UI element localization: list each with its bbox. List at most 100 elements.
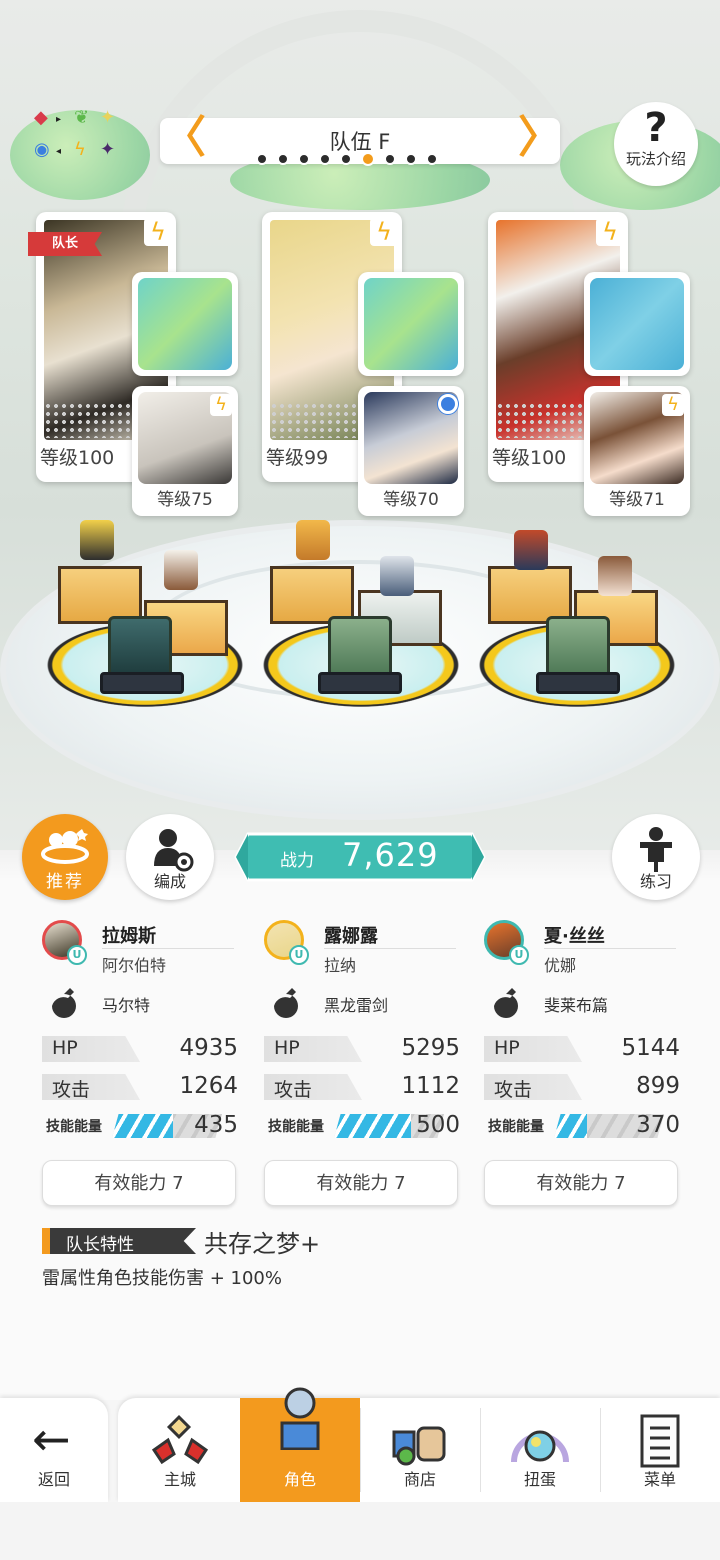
attack-value: 899	[636, 1073, 680, 1099]
recommend-icon	[41, 829, 89, 864]
gacha-icon	[511, 1430, 569, 1463]
character-sprite	[164, 550, 198, 590]
character-card-3[interactable]: ϟ 等级100 ϟ 等级71	[488, 212, 690, 516]
pedestal-2	[256, 520, 466, 710]
tab-label: 角色	[283, 1470, 316, 1489]
character-card-1[interactable]: ϟ 等级100 队长 ϟ 等级75	[28, 212, 238, 516]
blue-element-icon: ◉	[34, 139, 50, 160]
tab-label: 扭蛋	[523, 1470, 556, 1489]
tab-character[interactable]: 角色	[240, 1387, 360, 1502]
character-avatar[interactable]: U	[42, 920, 87, 965]
tab-town[interactable]: 主城	[120, 1398, 240, 1502]
help-label: 玩法介绍	[625, 150, 686, 168]
crystal-stand	[536, 672, 620, 694]
attack-value: 1112	[401, 1073, 460, 1099]
weapon-slot[interactable]	[132, 272, 238, 376]
character-level: 等级100	[40, 447, 115, 469]
weapon-crystal	[328, 616, 392, 676]
lightning-icon: ϟ	[370, 218, 398, 246]
lightning-icon: ϟ	[662, 394, 684, 416]
practice-button[interactable]: 练习	[612, 814, 700, 900]
crystal-stand	[100, 672, 184, 694]
arrow-icon: ◂	[56, 146, 62, 157]
effective-ability-button[interactable]: 有效能力 7	[264, 1160, 458, 1206]
nav-tabs: 主城 角色 商店 扭蛋 菜单	[118, 1387, 720, 1502]
hp-value: 4935	[179, 1035, 238, 1061]
weapon-icon	[274, 988, 298, 1018]
help-button[interactable]: ? 玩法介绍	[614, 102, 698, 186]
skill-energy-fill	[334, 1114, 411, 1138]
formation-label: 编成	[153, 872, 186, 891]
system-bar-area	[0, 1502, 720, 1560]
skill-energy: 技能能量 370	[484, 1112, 680, 1140]
sword-weapon-icon	[364, 278, 458, 370]
team-page-dot[interactable]	[319, 153, 331, 165]
weapon-slot[interactable]	[584, 272, 690, 376]
leader-trait-tag-label: 队长特性	[66, 1235, 134, 1255]
question-icon: ?	[644, 105, 668, 151]
divider	[102, 948, 234, 949]
training-dummy-icon	[640, 827, 672, 872]
hp-stat: HP 5144	[484, 1035, 680, 1062]
support-character-slot[interactable]: ϟ 等级75	[132, 386, 238, 516]
skill-energy-value: 500	[416, 1112, 460, 1138]
weapon-crystal	[108, 616, 172, 676]
weapon-name: 黑龙雷剑	[324, 996, 389, 1015]
weapon-slot[interactable]	[358, 272, 464, 376]
team-page-dot[interactable]	[277, 153, 289, 165]
weapon-icon	[494, 988, 518, 1018]
combat-power-value: 7,629	[342, 836, 439, 874]
divider	[324, 948, 456, 949]
team-page-dot[interactable]	[340, 153, 352, 165]
team-page-dot[interactable]	[361, 152, 375, 166]
team-page-dot[interactable]	[426, 153, 438, 165]
arrow-icon: ▸	[56, 114, 62, 125]
weapon-crystal	[546, 616, 610, 676]
character-card-2[interactable]: ϟ 等级99 等级70	[262, 212, 464, 516]
formation-button[interactable]: 编成	[126, 814, 214, 900]
tab-gacha[interactable]: 扭蛋	[480, 1398, 600, 1502]
support-character-slot[interactable]: 等级70	[358, 386, 464, 516]
attack-label: 攻击	[274, 1079, 313, 1101]
unit-badge-icon: U	[289, 945, 309, 965]
skill-energy-fill	[554, 1114, 587, 1138]
character-sprite	[80, 520, 114, 560]
effective-ability-button[interactable]: 有效能力 7	[484, 1160, 678, 1206]
support-character-slot[interactable]: ϟ 等级71	[584, 386, 690, 516]
skill-energy: 技能能量 500	[264, 1112, 460, 1140]
recommend-button[interactable]: 推荐	[22, 814, 108, 900]
unit-badge-icon: U	[509, 945, 529, 965]
team-page-dot[interactable]	[298, 153, 310, 165]
character-avatar[interactable]: U	[484, 920, 529, 965]
character-level: 等级100	[492, 447, 567, 469]
character-sprite	[598, 556, 632, 596]
hp-stat: HP 5295	[264, 1035, 460, 1062]
team-page-dot[interactable]	[384, 153, 396, 165]
combat-power: 战力 7,629	[234, 832, 486, 882]
tab-shop[interactable]: 商店	[360, 1398, 480, 1502]
tab-label: 主城	[163, 1470, 196, 1489]
lightning-icon: ϟ	[144, 218, 172, 246]
bottom-navigation: ← 返回 主城 角色 商店 扭蛋 菜单	[0, 1387, 720, 1502]
hp-value: 5144	[621, 1035, 680, 1061]
yellow-star-element-icon: ✦	[100, 107, 116, 128]
red-element-icon: ◆	[34, 107, 48, 128]
tab-menu[interactable]: 菜单	[600, 1398, 720, 1502]
leader-trait-description: 雷属性角色技能伤害 + 100%	[42, 1268, 282, 1289]
character-avatar[interactable]: U	[264, 920, 309, 965]
support-level: 等级75	[157, 490, 213, 510]
hp-label: HP	[274, 1037, 300, 1059]
menu-icon	[640, 1414, 680, 1468]
effective-ability-button[interactable]: 有效能力 7	[42, 1160, 236, 1206]
next-team-button[interactable]: 〉	[518, 116, 562, 164]
team-page-dot[interactable]	[405, 153, 417, 165]
weapon-icon	[52, 988, 76, 1018]
skill-energy-value: 435	[194, 1112, 238, 1138]
back-button[interactable]: ← 返回	[0, 1398, 108, 1502]
team-page-dot[interactable]	[256, 153, 268, 165]
support-name: 阿尔伯特	[102, 956, 167, 975]
element-icons[interactable]: ◆ ▸ ❦ ✦ ◉ ◂ ϟ ✦	[34, 108, 124, 168]
crystal-stand	[318, 672, 402, 694]
support-name: 优娜	[544, 956, 577, 975]
character-icon	[280, 1387, 320, 1450]
